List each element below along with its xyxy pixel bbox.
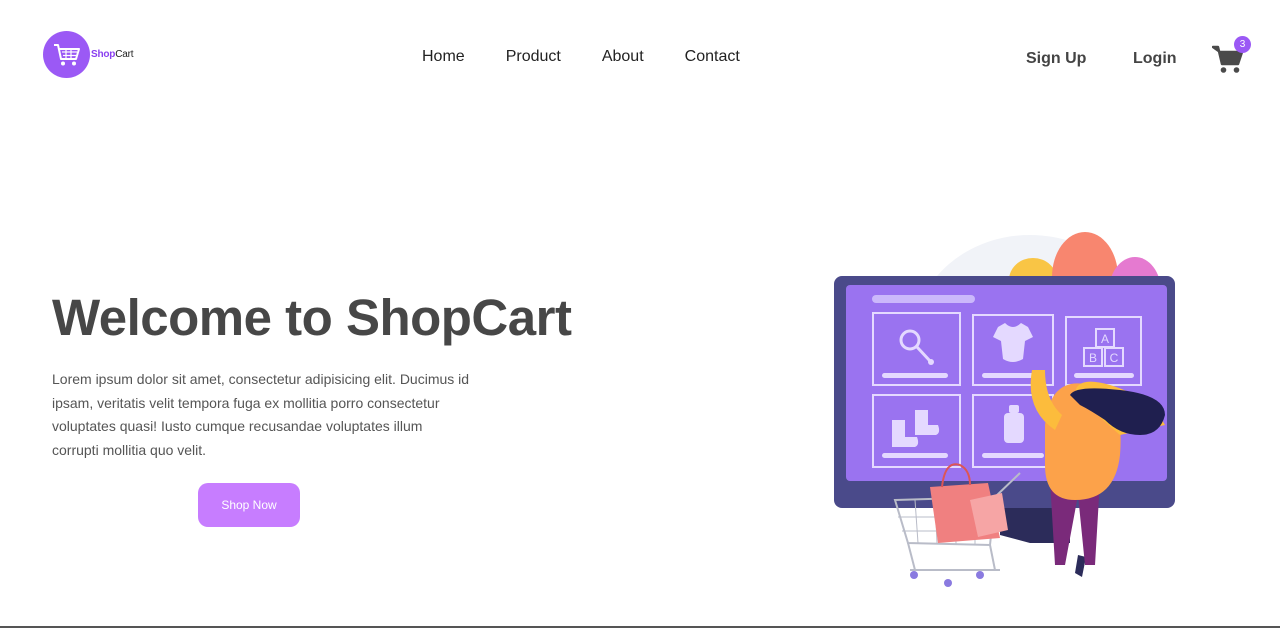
nav-product[interactable]: Product: [506, 48, 561, 66]
hero-title: Welcome to ShopCart: [52, 289, 572, 346]
hero-description: Lorem ipsum dolor sit amet, consectetur …: [52, 371, 470, 458]
nav-home[interactable]: Home: [422, 48, 465, 66]
cart-count-badge: 3: [1234, 36, 1251, 53]
online-shopping-illustration: A B C: [834, 232, 1175, 587]
header: ShopCart Home Product About Contact Sign…: [0, 0, 1280, 110]
shop-now-button[interactable]: Shop Now: [198, 483, 300, 527]
shopping-cart-logo-icon: [43, 31, 90, 78]
logo[interactable]: ShopCart: [43, 31, 133, 78]
block-letter-c: C: [1110, 351, 1119, 365]
block-letter-b: B: [1089, 351, 1097, 365]
block-letter-a: A: [1101, 332, 1109, 346]
logo-text: ShopCart: [91, 49, 133, 60]
main-nav: Home Product About Contact: [422, 48, 740, 66]
login-link[interactable]: Login: [1133, 50, 1177, 68]
nav-contact[interactable]: Contact: [685, 48, 740, 66]
sign-up-link[interactable]: Sign Up: [1026, 50, 1086, 68]
cart-button[interactable]: 3: [1211, 36, 1251, 76]
logo-text-cart: Cart: [115, 49, 134, 60]
nav-about[interactable]: About: [602, 48, 644, 66]
logo-text-shop: Shop: [91, 49, 116, 60]
